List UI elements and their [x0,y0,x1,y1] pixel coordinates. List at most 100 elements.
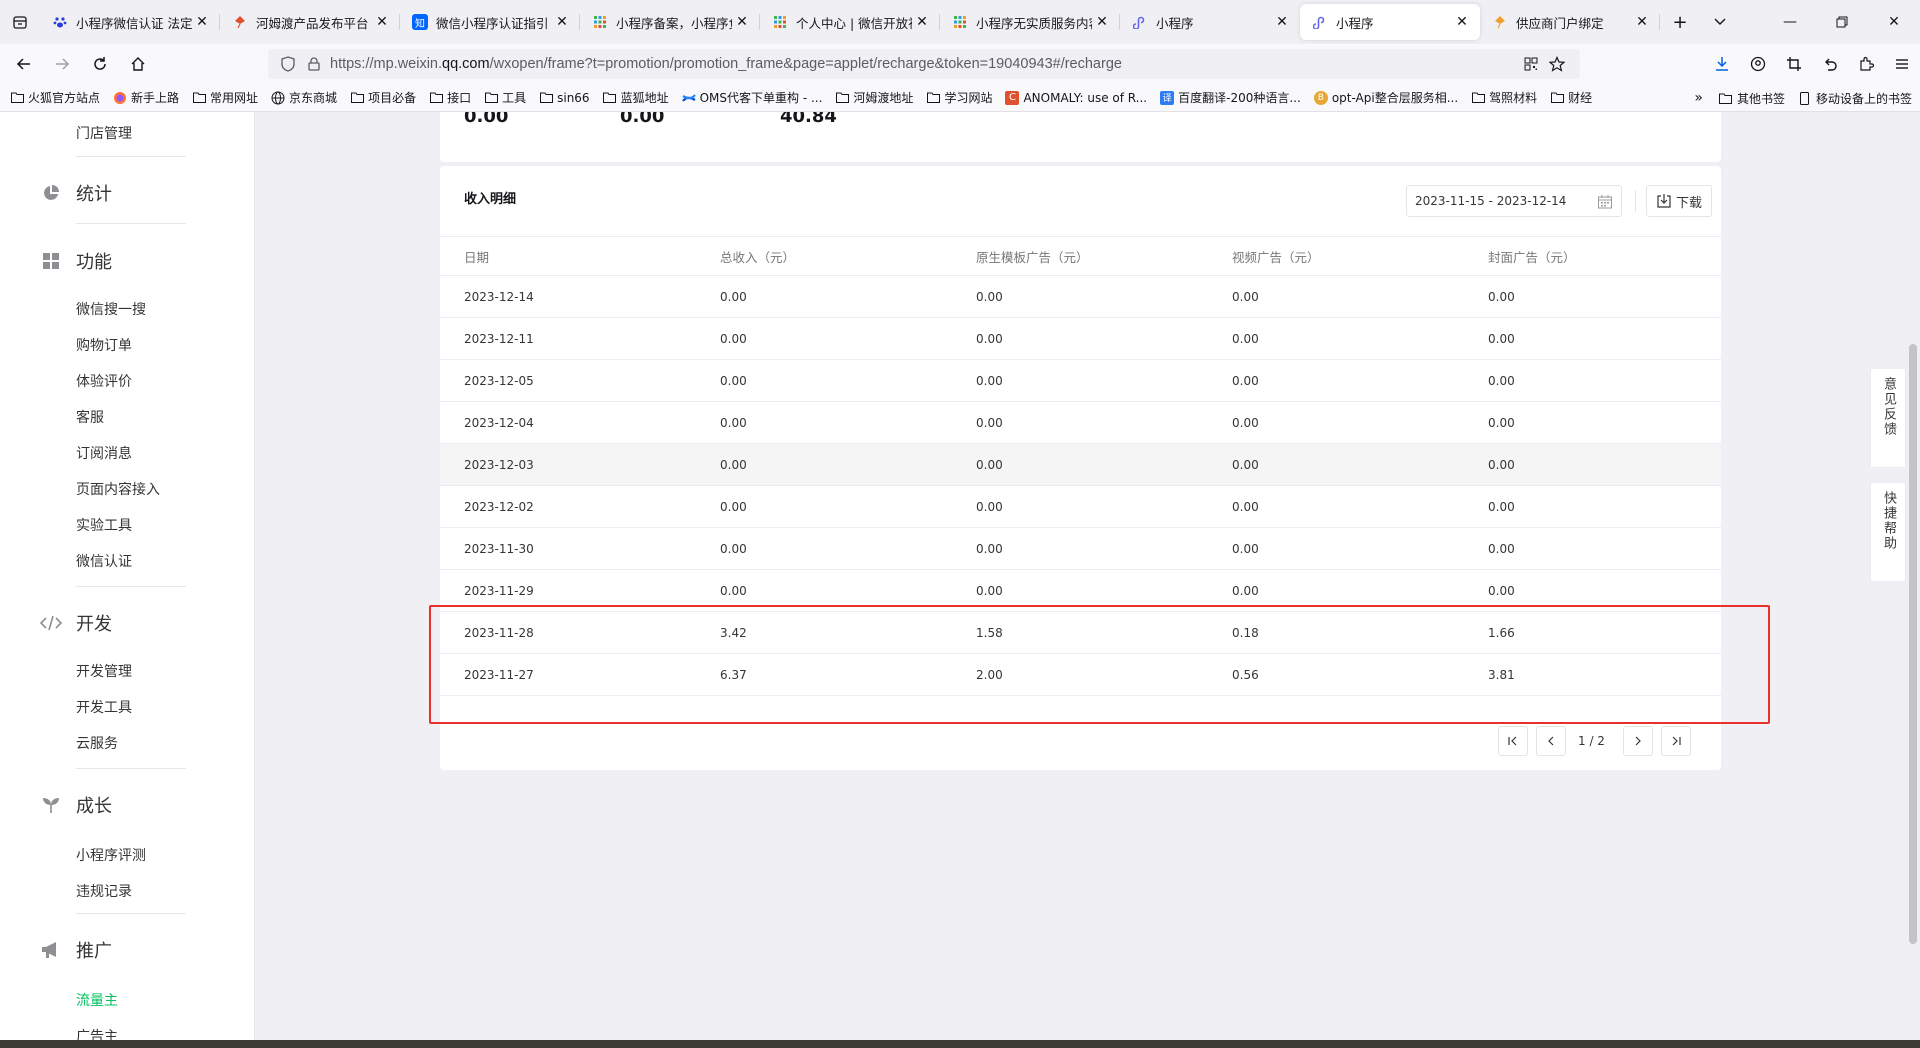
home-button[interactable] [120,48,156,80]
address-bar[interactable]: https://mp.weixin.qq.com/wxopen/frame?t=… [268,49,1580,79]
sidebar-item-evaluation[interactable]: 小程序评测 [76,845,146,865]
bookmark-item[interactable]: 财经 [1550,89,1592,106]
bookmark-item[interactable]: sin66 [539,91,590,105]
qr-code-icon[interactable] [1518,57,1544,71]
minimize-button[interactable]: — [1764,0,1816,44]
extensions-icon[interactable] [1848,56,1884,72]
browser-tab[interactable]: 个人中心 | 微信开放社 ✕ [760,4,940,40]
sidebar-item-store-management[interactable]: 门店管理 [76,123,132,143]
list-all-tabs-button[interactable] [1700,4,1740,40]
table-row[interactable]: 2023-12-11 0.00 0.00 0.00 0.00 [440,318,1721,360]
bookmark-item[interactable]: 项目必备 [350,89,416,106]
new-tab-button[interactable]: + [1660,4,1700,40]
reload-button[interactable] [82,48,118,80]
account-icon[interactable] [1740,56,1776,72]
bookmark-item[interactable]: 译百度翻译-200种语言... [1160,89,1301,106]
bookmark-item[interactable]: 蓝狐地址 [603,89,669,106]
other-bookmarks[interactable]: 其他书签 [1719,90,1785,107]
bookmark-item[interactable]: 驾照材料 [1471,89,1537,106]
url-text[interactable]: https://mp.weixin.qq.com/wxopen/frame?t=… [330,56,1518,72]
sidebar-item-traffic-owner[interactable]: 流量主 [76,990,118,1010]
bookmark-item[interactable]: 河姆渡地址 [835,89,913,106]
close-tab-icon[interactable]: ✕ [732,14,752,30]
sidebar-item-orders[interactable]: 购物订单 [76,335,132,355]
close-tab-icon[interactable]: ✕ [1092,14,1112,30]
sidebar-item-experiments[interactable]: 实验工具 [76,515,132,535]
prev-page-button[interactable] [1536,726,1566,756]
undo-icon[interactable] [1812,56,1848,72]
lock-icon[interactable] [304,57,324,71]
close-tab-icon[interactable]: ✕ [552,14,572,30]
browser-tab[interactable]: 小程序备案，小程序负 ✕ [580,4,760,40]
close-window-button[interactable]: ✕ [1868,0,1920,44]
browser-tab[interactable]: 小程序 ✕ [1300,4,1480,40]
tab-manager-icon[interactable] [0,0,40,44]
sidebar-item-dev-management[interactable]: 开发管理 [76,661,132,681]
table-row[interactable]: 2023-12-14 0.00 0.00 0.00 0.00 [440,276,1721,318]
browser-tab[interactable]: 小程序微信认证 法定代✕ [40,4,220,40]
sidebar-item-certification[interactable]: 微信认证 [76,551,132,571]
page-scrollbar[interactable] [1906,112,1920,1048]
restore-button[interactable] [1816,0,1868,44]
browser-tab[interactable]: 小程序 ✕ [1120,4,1300,40]
bookmark-item[interactable]: 火狐官方站点 [10,89,100,106]
close-tab-icon[interactable]: ✕ [192,14,212,30]
last-page-button[interactable] [1660,726,1691,756]
bookmark-item[interactable]: 工具 [484,89,526,106]
table-row[interactable]: 2023-12-05 0.00 0.00 0.00 0.00 [440,360,1721,402]
table-cell: 0.00 [720,415,747,430]
quick-help-button[interactable]: 快捷帮助 [1870,482,1906,582]
bookmark-item[interactable]: 学习网站 [926,89,992,106]
next-page-button[interactable] [1622,726,1653,756]
bookmark-item[interactable]: 接口 [429,89,471,106]
browser-tab[interactable]: 供应商门户绑定 ✕ [1480,4,1660,40]
sidebar-item-wechat-search[interactable]: 微信搜一搜 [76,299,146,319]
bookmarks-overflow-button[interactable]: » [1694,90,1703,106]
browser-tab[interactable]: 小程序无实质服务内容 ✕ [940,4,1120,40]
sidebar-section-statistics[interactable]: 统计 [40,180,112,206]
sidebar-section-promotion[interactable]: 推广 [40,937,112,963]
bookmark-item[interactable]: OMS代客下单重构 - ... [681,89,822,106]
date-range-picker[interactable]: 2023-11-15 - 2023-12-14 [1406,185,1622,217]
back-button[interactable] [6,48,42,80]
bookmark-item[interactable]: C ANOMALY: use of R... [1005,90,1147,105]
browser-tab[interactable]: 河姆渡产品发布平台 ✕ [220,4,400,40]
mobile-bookmarks[interactable]: 移动设备上的书签 [1798,90,1912,107]
browser-tab[interactable]: 知微信小程序认证指引 - ✕ [400,4,580,40]
download-button[interactable]: 下载 [1646,185,1712,217]
column-header-cover-ads: 封面广告（元） [1488,249,1576,265]
forward-button[interactable] [44,48,80,80]
sidebar-item-customer-service[interactable]: 客服 [76,407,104,427]
close-tab-icon[interactable]: ✕ [1632,14,1652,30]
sidebar-item-dev-tools[interactable]: 开发工具 [76,697,132,717]
bookmark-item[interactable]: 京东商城 [271,89,337,106]
close-tab-icon[interactable]: ✕ [372,14,392,30]
bookmark-item[interactable]: 新手上路 [113,89,179,106]
close-tab-icon[interactable]: ✕ [1272,14,1292,30]
divider [76,913,186,914]
table-row[interactable]: 2023-12-04 0.00 0.00 0.00 0.00 [440,402,1721,444]
feedback-button[interactable]: 意见反馈 [1870,368,1906,468]
table-row[interactable]: 2023-11-30 0.00 0.00 0.00 0.00 [440,528,1721,570]
sidebar-item-reviews[interactable]: 体验评价 [76,371,132,391]
shield-icon[interactable] [278,56,298,72]
bookmark-star-icon[interactable] [1544,56,1570,72]
close-tab-icon[interactable]: ✕ [1452,14,1472,30]
table-row[interactable]: 2023-12-02 0.00 0.00 0.00 0.00 [440,486,1721,528]
bookmark-item[interactable]: 常用网址 [192,89,258,106]
first-page-button[interactable] [1498,726,1528,756]
sidebar-item-content-access[interactable]: 页面内容接入 [76,479,160,499]
sidebar-section-development[interactable]: 开发 [40,610,112,636]
close-tab-icon[interactable]: ✕ [912,14,932,30]
bookmark-item[interactable]: Bopt-Api整合层服务相... [1313,89,1458,106]
scrollbar-thumb[interactable] [1909,344,1917,944]
menu-icon[interactable] [1884,56,1920,72]
sidebar-item-violations[interactable]: 违规记录 [76,881,132,901]
sidebar-item-subscription[interactable]: 订阅消息 [76,443,132,463]
table-row[interactable]: 2023-12-03 0.00 0.00 0.00 0.00 [440,444,1721,486]
sidebar-section-growth[interactable]: 成长 [40,792,112,818]
download-icon[interactable] [1704,56,1740,72]
crop-icon[interactable] [1776,56,1812,72]
sidebar-section-features[interactable]: 功能 [40,248,112,274]
sidebar-item-cloud[interactable]: 云服务 [76,733,118,753]
